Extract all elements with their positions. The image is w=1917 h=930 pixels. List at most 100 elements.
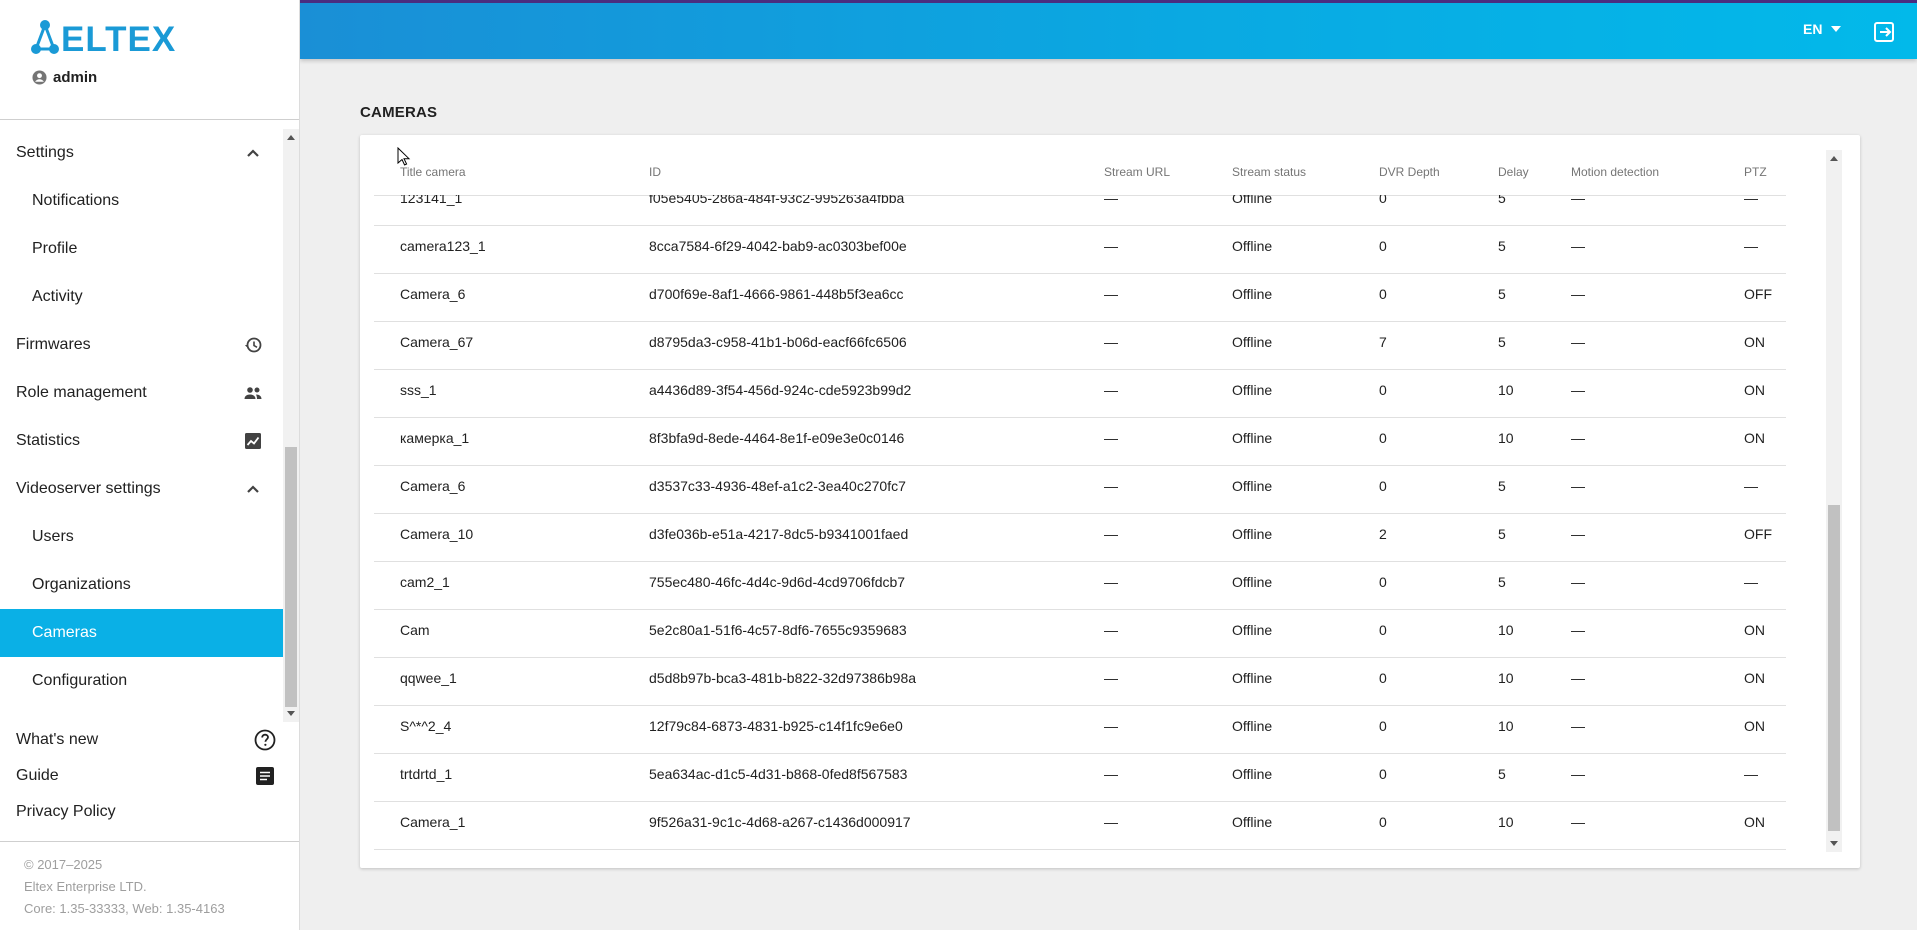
table-row[interactable]: Camera_67 d8795da3-c958-41b1-b06d-eacf66f…: [374, 322, 1786, 370]
cell-motion-detection: —: [1571, 286, 1585, 302]
cell-title: sss_1: [400, 382, 437, 398]
cell-stream-status: Offline: [1232, 766, 1273, 782]
sidebar-item-statistics[interactable]: Statistics: [0, 417, 283, 465]
sidebar-item-users[interactable]: Users: [0, 513, 283, 561]
language-selector[interactable]: EN: [1803, 21, 1842, 37]
table-row[interactable]: камерка_1 8f3bfa9d-8ede-4464-8e1f-e09e3e0…: [374, 418, 1786, 466]
divider: [0, 841, 299, 842]
table-row[interactable]: qqwee_1 d5d8b97b-bca3-481b-b822-32d97386b…: [374, 658, 1786, 706]
cell-stream-status: Offline: [1232, 430, 1273, 446]
sidebar-item-label: Profile: [32, 240, 78, 257]
whats-new-link[interactable]: What's new: [16, 725, 284, 755]
scroll-down-arrow-icon[interactable]: [287, 711, 295, 716]
cell-dvr-depth: 0: [1379, 670, 1387, 686]
scroll-down-arrow-icon[interactable]: [1830, 841, 1838, 846]
cell-dvr-depth: 0: [1379, 430, 1387, 446]
chart-icon: [245, 433, 261, 449]
scrollbar-thumb[interactable]: [285, 447, 297, 707]
cell-dvr-depth: 0: [1379, 574, 1387, 590]
privacy-policy-link[interactable]: Privacy Policy: [16, 797, 284, 827]
cell-dvr-depth: 0: [1379, 766, 1387, 782]
cell-ptz: OFF: [1744, 286, 1772, 302]
sidebar-item-organizations[interactable]: Organizations: [0, 561, 283, 609]
cell-title: S^*^2_4: [400, 718, 452, 734]
sidebar-item-label: Videoserver settings: [16, 480, 161, 497]
sidebar: ELTEX admin Settings Notifications Profi…: [0, 0, 300, 930]
cell-motion-detection: —: [1571, 238, 1585, 254]
cell-delay: 5: [1498, 195, 1506, 206]
cell-stream-url: —: [1104, 195, 1118, 206]
table-row[interactable]: trtdrtd_1 5ea634ac-d1c5-4d31-b868-0fed8f5…: [374, 754, 1786, 802]
sidebar-item-firmwares[interactable]: Firmwares: [0, 321, 283, 369]
cell-id: 12f79c84-6873-4831-b925-c14f1fc9e6e0: [649, 718, 903, 734]
cell-id: 755ec480-46fc-4d4c-9d6d-4cd9706fdcb7: [649, 574, 906, 590]
sidebar-item-role-management[interactable]: Role management: [0, 369, 283, 417]
cell-ptz: —: [1744, 766, 1758, 782]
column-header-stream-url[interactable]: Stream URL: [1104, 165, 1170, 179]
divider: [0, 119, 299, 120]
cell-delay: 10: [1498, 814, 1514, 830]
cell-id: 9f526a31-9c1c-4d68-a267-c1436d000917: [649, 814, 911, 830]
cell-ptz: ON: [1744, 814, 1765, 830]
people-icon: [244, 387, 262, 399]
cell-dvr-depth: 7: [1379, 334, 1387, 350]
table-row[interactable]: Camera_6 d700f69e-8af1-4666-9861-448b5f3e…: [374, 274, 1786, 322]
sidebar-nav: Settings Notifications Profile Activity …: [0, 129, 283, 722]
table-row[interactable]: camera123_1 8cca7584-6f29-4042-bab9-ac030…: [374, 226, 1786, 274]
cell-delay: 5: [1498, 238, 1506, 254]
table-scrollbar[interactable]: [1826, 150, 1842, 852]
table-row[interactable]: cam2_1 755ec480-46fc-4d4c-9d6d-4cd9706fdc…: [374, 562, 1786, 610]
table-body: 123141_1 f05e5405-286a-484f-93c2-995263a4…: [374, 195, 1786, 855]
cell-delay: 5: [1498, 526, 1506, 542]
cell-motion-detection: —: [1571, 574, 1585, 590]
column-header-title[interactable]: Title camera: [400, 165, 466, 179]
caret-down-icon: [1831, 26, 1842, 32]
sidebar-item-label: Statistics: [16, 432, 81, 449]
cameras-table-card: Title camera ID Stream URL Stream status…: [360, 135, 1860, 868]
scroll-up-arrow-icon[interactable]: [1830, 156, 1838, 161]
current-user: admin: [32, 69, 97, 86]
document-icon: [256, 767, 274, 785]
scrollbar-thumb[interactable]: [1828, 505, 1840, 831]
sidebar-scrollbar[interactable]: [283, 129, 299, 722]
table-row[interactable]: Camera_1 9f526a31-9c1c-4d68-a267-c1436d00…: [374, 802, 1786, 850]
sidebar-item-configuration[interactable]: Configuration: [0, 657, 283, 705]
table-row[interactable]: Camera_10 d3fe036b-e51a-4217-8dc5-b934100…: [374, 514, 1786, 562]
sidebar-item-settings[interactable]: Settings: [0, 129, 283, 177]
cell-delay: 5: [1498, 574, 1506, 590]
column-header-dvr-depth[interactable]: DVR Depth: [1379, 165, 1440, 179]
cell-stream-url: —: [1104, 814, 1118, 830]
sidebar-item-profile[interactable]: Profile: [0, 225, 283, 273]
cell-stream-status: Offline: [1232, 814, 1273, 830]
cell-ptz: OFF: [1744, 526, 1772, 542]
table-row[interactable]: 123141_1 f05e5405-286a-484f-93c2-995263a4…: [374, 195, 1786, 226]
username: admin: [53, 69, 98, 86]
cell-stream-url: —: [1104, 526, 1118, 542]
sidebar-item-notifications[interactable]: Notifications: [0, 177, 283, 225]
cell-motion-detection: —: [1571, 670, 1585, 686]
cell-title: qqwee_1: [400, 670, 457, 686]
svg-text:ELTEX: ELTEX: [61, 20, 176, 56]
column-header-delay[interactable]: Delay: [1498, 165, 1529, 179]
footer-version: Core: 1.35-33333, Web: 1.35-4163: [24, 901, 225, 916]
column-header-stream-status[interactable]: Stream status: [1232, 165, 1306, 179]
column-header-ptz[interactable]: PTZ: [1744, 165, 1767, 179]
table-row[interactable]: Cam 5e2c80a1-51f6-4c57-8df6-7655c9359683 —…: [374, 610, 1786, 658]
cell-delay: 5: [1498, 334, 1506, 350]
cell-title: trtdrtd_1: [400, 766, 453, 782]
logout-icon[interactable]: [1872, 20, 1896, 44]
sidebar-item-videoserver-settings[interactable]: Videoserver settings: [0, 465, 283, 513]
sidebar-item-activity[interactable]: Activity: [0, 273, 283, 321]
table-row[interactable]: sss_1 a4436d89-3f54-456d-924c-cde5923b99d…: [374, 370, 1786, 418]
column-header-motion-detection[interactable]: Motion detection: [1571, 165, 1659, 179]
scroll-up-arrow-icon[interactable]: [287, 135, 295, 140]
sidebar-item-cameras[interactable]: Cameras: [0, 609, 283, 657]
guide-link[interactable]: Guide: [16, 761, 284, 791]
table-row[interactable]: S^*^2_4 12f79c84-6873-4831-b925-c14f1fc9e…: [374, 706, 1786, 754]
eltex-logo: ELTEX: [29, 20, 191, 61]
cell-delay: 10: [1498, 670, 1514, 686]
table-row[interactable]: Camera_6 d3537c33-4936-48ef-a1c2-3ea40c27…: [374, 466, 1786, 514]
cell-motion-detection: —: [1571, 478, 1585, 494]
column-header-id[interactable]: ID: [649, 165, 661, 179]
cell-id: f05e5405-286a-484f-93c2-995263a4fbba: [649, 195, 905, 206]
